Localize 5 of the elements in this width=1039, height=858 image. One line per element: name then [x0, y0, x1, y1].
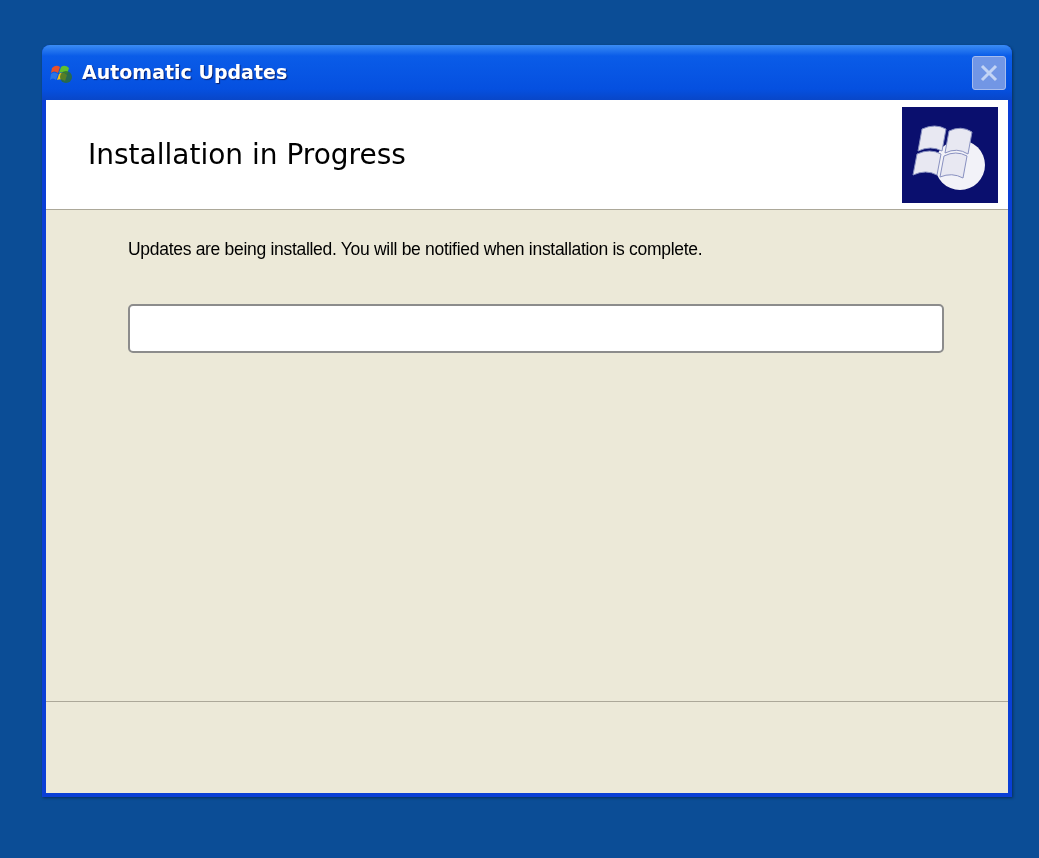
page-heading: Installation in Progress: [88, 136, 406, 173]
windows-logo-icon: [902, 106, 998, 203]
close-icon: [979, 62, 999, 83]
status-message: Updates are being installed. You will be notified when installation is complete.: [128, 238, 704, 261]
window-title: Automatic Updates: [82, 60, 289, 86]
